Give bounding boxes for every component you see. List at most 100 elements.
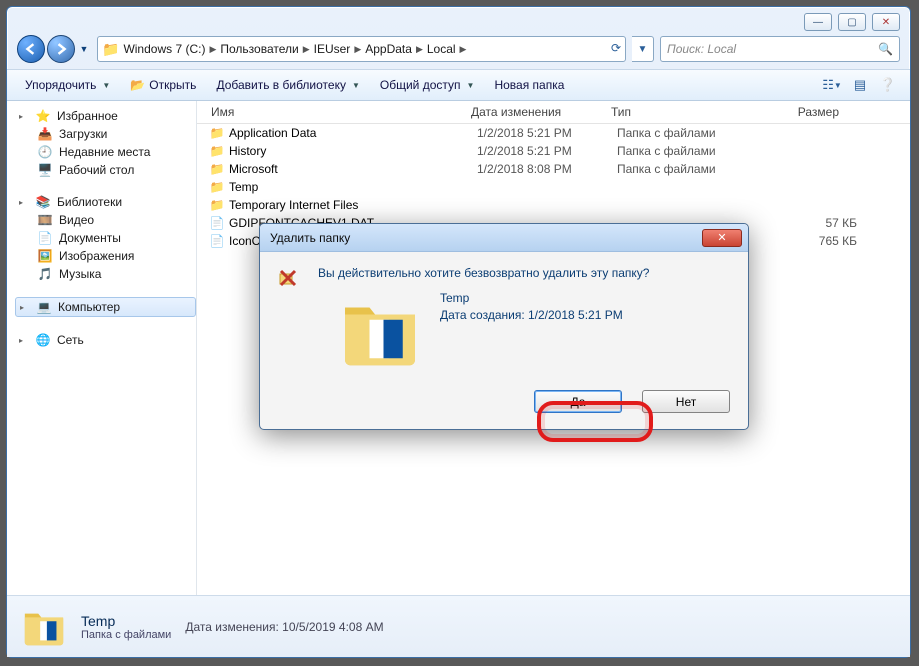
navigation-bar: ▼ 📁 Windows 7 (C:)▶Пользователи▶IEUser▶A… [7, 7, 910, 69]
file-type-icon: 📁 [205, 198, 229, 212]
col-type[interactable]: Тип [605, 105, 755, 119]
file-size: 765 КБ [767, 234, 857, 248]
minimize-button[interactable]: — [804, 13, 832, 31]
navigation-pane: ▸⭐ Избранное 📥 Загрузки 🕘 Недавние места… [7, 101, 197, 595]
open-label: Открыть [149, 78, 196, 92]
file-date: 1/2/2018 5:21 PM [477, 126, 617, 140]
file-size: 57 КБ [767, 216, 857, 230]
folder-icon: 📁 [102, 41, 119, 58]
new-folder-button[interactable]: Новая папка [486, 74, 572, 96]
history-dropdown[interactable]: ▼ [77, 41, 91, 57]
delete-folder-dialog: Удалить папку ✕ Вы действительно хотите … [259, 223, 749, 430]
libraries-header[interactable]: ▸📚 Библиотеки [15, 193, 196, 211]
explorer-window: — ▢ ✕ ▼ 📁 Windows 7 (C:)▶Пользователи▶IE… [6, 6, 911, 658]
dialog-titlebar[interactable]: Удалить папку ✕ [260, 224, 748, 252]
video-icon: 🎞️ [37, 213, 53, 227]
file-row[interactable]: 📁Temporary Internet Files [197, 196, 910, 214]
computer-header[interactable]: ▸💻 Компьютер [15, 297, 196, 317]
file-name: Temporary Internet Files [229, 198, 477, 212]
dialog-folder-icon [338, 290, 422, 374]
col-name[interactable]: Имя [205, 105, 465, 119]
delete-x-icon [278, 268, 298, 288]
dialog-no-button[interactable]: Нет [642, 390, 730, 413]
help-button[interactable]: ❔ [876, 74, 900, 96]
breadcrumb[interactable]: Windows 7 (C:)▶Пользователи▶IEUser▶AppDa… [123, 42, 470, 56]
col-date[interactable]: Дата изменения [465, 105, 605, 119]
column-headers[interactable]: Имя Дата изменения Тип Размер [197, 101, 910, 124]
file-type-icon: 📄 [205, 216, 229, 230]
col-size[interactable]: Размер [755, 105, 845, 119]
sidebar-item-recent[interactable]: 🕘 Недавние места [15, 143, 196, 161]
search-input[interactable]: Поиск: Local 🔍 [660, 36, 900, 62]
share-button[interactable]: Общий доступ ▼ [372, 74, 483, 96]
crumb-segment[interactable]: Пользователи [220, 42, 298, 56]
add-to-library-button[interactable]: Добавить в библиотеку ▼ [208, 74, 367, 96]
preview-pane-button[interactable]: ▤ [848, 74, 872, 96]
crumb-segment[interactable]: IEUser [314, 42, 351, 56]
preview-type: Папка с файлами [81, 629, 171, 641]
maximize-button[interactable]: ▢ [838, 13, 866, 31]
preview-meta-value: 10/5/2019 4:08 AM [282, 620, 383, 634]
libraries-label: Библиотеки [57, 195, 122, 209]
picture-icon: 🖼️ [37, 249, 53, 263]
file-row[interactable]: 📁Application Data1/2/2018 5:21 PMПапка с… [197, 124, 910, 142]
dialog-message: Вы действительно хотите безвозвратно уда… [318, 266, 732, 280]
sidebar-item-pictures[interactable]: 🖼️ Изображения [15, 247, 196, 265]
recent-icon: 🕘 [37, 145, 53, 159]
back-button[interactable] [17, 35, 45, 63]
address-bar[interactable]: 📁 Windows 7 (C:)▶Пользователи▶IEUser▶App… [97, 36, 626, 62]
dialog-title: Удалить папку [270, 231, 350, 245]
file-type-icon: 📁 [205, 126, 229, 140]
file-type-icon: 📁 [205, 144, 229, 158]
file-row[interactable]: 📁Temp [197, 178, 910, 196]
file-type: Папка с файлами [617, 144, 767, 158]
file-row[interactable]: 📁Microsoft1/2/2018 8:08 PMПапка с файлам… [197, 160, 910, 178]
view-button[interactable]: ☷ ▼ [820, 74, 844, 96]
sidebar-item-music[interactable]: 🎵 Музыка [15, 265, 196, 283]
file-date: 1/2/2018 8:08 PM [477, 162, 617, 176]
file-type-icon: 📁 [205, 180, 229, 194]
organize-button[interactable]: Упорядочить ▼ [17, 74, 118, 96]
file-name: History [229, 144, 477, 158]
sidebar-item-documents[interactable]: 📄 Документы [15, 229, 196, 247]
favorites-header[interactable]: ▸⭐ Избранное [15, 107, 196, 125]
dialog-item-meta: Дата создания: 1/2/2018 5:21 PM [440, 307, 623, 324]
file-type: Папка с файлами [617, 126, 767, 140]
document-icon: 📄 [37, 231, 53, 245]
close-button[interactable]: ✕ [872, 13, 900, 31]
address-dropdown[interactable]: ▼ [632, 36, 654, 62]
forward-button[interactable] [47, 35, 75, 63]
computer-icon: 💻 [36, 300, 52, 314]
newfolder-label: Новая папка [494, 78, 564, 92]
sidebar-item-downloads[interactable]: 📥 Загрузки [15, 125, 196, 143]
network-header[interactable]: ▸🌐 Сеть [15, 331, 196, 349]
computer-label: Компьютер [58, 300, 120, 314]
file-type: Папка с файлами [617, 162, 767, 176]
crumb-segment[interactable]: AppData [365, 42, 412, 56]
dialog-close-button[interactable]: ✕ [702, 229, 742, 247]
crumb-segment[interactable]: Windows 7 (C:) [123, 42, 205, 56]
preview-meta-label: Дата изменения: [185, 620, 279, 634]
file-date: 1/2/2018 5:21 PM [477, 144, 617, 158]
open-button[interactable]: 📂 Открыть [122, 74, 204, 96]
crumb-segment[interactable]: Local [427, 42, 456, 56]
folder-open-icon: 📂 [130, 78, 145, 92]
network-icon: 🌐 [35, 333, 51, 347]
share-label: Общий доступ [380, 78, 461, 92]
download-icon: 📥 [37, 127, 53, 141]
sidebar-item-desktop[interactable]: 🖥️ Рабочий стол [15, 161, 196, 179]
search-placeholder: Поиск: Local [667, 42, 736, 56]
file-name: Application Data [229, 126, 477, 140]
sidebar-item-videos[interactable]: 🎞️ Видео [15, 211, 196, 229]
refresh-icon[interactable]: ⟳ [611, 41, 621, 55]
organize-label: Упорядочить [25, 78, 96, 92]
command-bar: Упорядочить ▼ 📂 Открыть Добавить в библи… [7, 69, 910, 101]
file-type-icon: 📄 [205, 234, 229, 248]
network-label: Сеть [57, 333, 84, 347]
file-name: Microsoft [229, 162, 477, 176]
file-name: Temp [229, 180, 477, 194]
window-controls: — ▢ ✕ [804, 13, 900, 31]
dialog-yes-button[interactable]: Да [534, 390, 622, 413]
file-row[interactable]: 📁History1/2/2018 5:21 PMПапка с файлами [197, 142, 910, 160]
addlib-label: Добавить в библиотеку [216, 78, 346, 92]
